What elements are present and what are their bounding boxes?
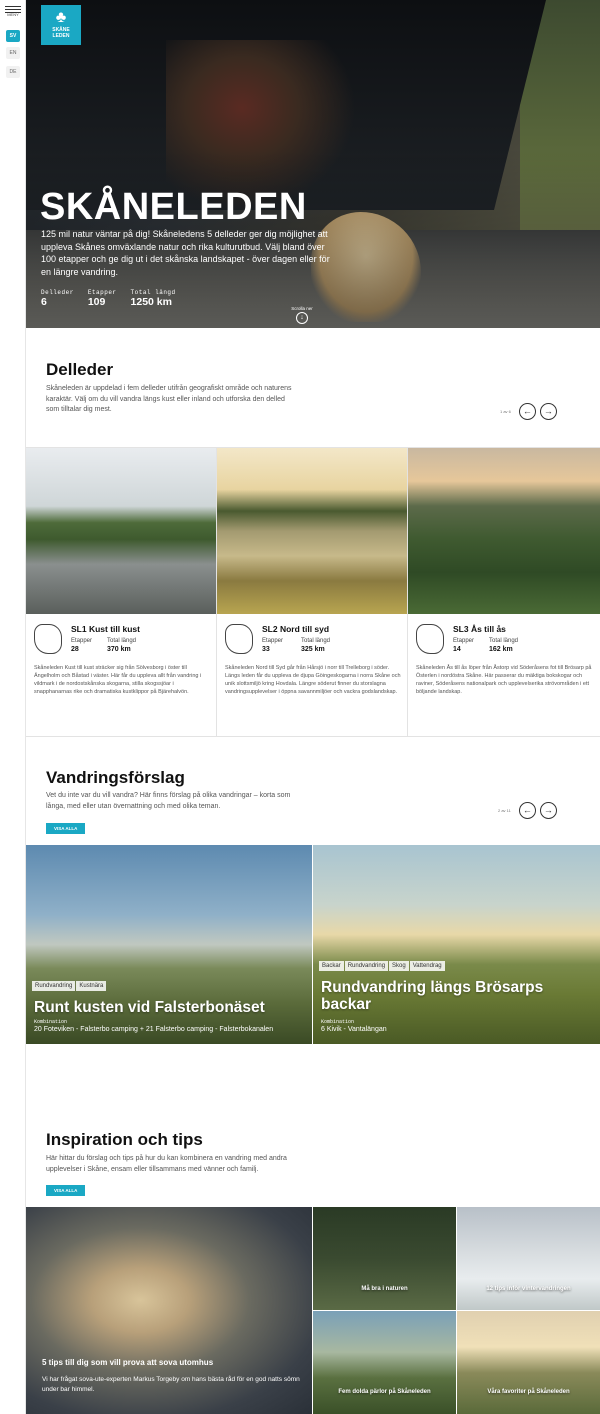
hero-section: ♣ SKÅNE LEDEN SKÅNELEDEN 125 mil natur v… <box>26 0 600 328</box>
tag-list: Rundvandring Kustnära <box>32 981 107 991</box>
delled-image <box>217 448 407 614</box>
inspiration-card[interactable]: Fem dolda pärlor på Skåneleden <box>313 1311 456 1414</box>
delled-card[interactable]: SL3 Ås till ås Etapper Total längd 14 16… <box>408 448 600 736</box>
inspiration-text: Här hittar du förslag och tips på hur du… <box>46 1155 287 1173</box>
inspiration-main-card[interactable]: 5 tips till dig som vill prova att sova … <box>26 1207 312 1414</box>
delled-card[interactable]: SL1 Kust till kust Etapper Total längd 2… <box>26 448 217 736</box>
language-sv-button[interactable]: SV <box>6 30 20 42</box>
delled-image <box>408 448 600 614</box>
hero-lead: 125 mil natur väntar på dig! Skåneledens… <box>41 229 330 277</box>
hike-suggestion-card[interactable]: Backar Rundvandring Skog Vattendrag Rund… <box>313 845 600 1044</box>
arrow-right-icon[interactable]: → <box>539 403 557 420</box>
vandring-pager: 2 av 11 ← → <box>498 802 557 819</box>
delleder-text: Skåneleden är uppdelad i fem delleder ut… <box>46 385 292 413</box>
hike-suggestion-card[interactable]: Rundvandring Kustnära Runt kusten vid Fa… <box>26 845 312 1044</box>
inspiration-card[interactable]: Må bra i naturen <box>313 1207 456 1310</box>
delleder-title: Delleder <box>46 360 114 379</box>
skane-map-icon <box>225 624 253 654</box>
language-de-button[interactable]: DE <box>6 66 20 78</box>
sidebar: MENY SV EN DE <box>0 0 26 1414</box>
delled-image <box>26 448 216 614</box>
inspiration-visa-alla-button[interactable]: VISA ALLA <box>46 1185 86 1196</box>
language-en-button[interactable]: EN <box>6 47 20 59</box>
arrow-left-icon[interactable]: ← <box>518 403 536 420</box>
tree-icon: ♣ <box>55 9 67 26</box>
arrow-left-icon[interactable]: ← <box>518 802 536 819</box>
stat-total-langd: Total längd 1250 km <box>130 289 176 308</box>
stat-etapper: Etapper 109 <box>87 289 117 308</box>
arrow-down-icon: ↓ <box>296 312 308 324</box>
inspiration-title: Inspiration och tips <box>46 1130 203 1149</box>
delled-card[interactable]: SL2 Nord till syd Etapper Total längd 33… <box>217 448 408 736</box>
skane-map-icon <box>416 624 444 654</box>
vandring-visa-alla-button[interactable]: VISA ALLA <box>46 823 86 834</box>
skaneleden-logo[interactable]: ♣ SKÅNE LEDEN <box>41 5 81 45</box>
arrow-right-icon[interactable]: → <box>539 802 557 819</box>
skane-map-icon <box>34 624 62 654</box>
scroll-down-button[interactable]: Scrolla ner ↓ <box>284 306 320 324</box>
hero-stats: Delleder 6 Etapper 109 Total längd 1250 km <box>41 289 176 308</box>
vandring-text: Vet du inte var du vill vandra? Här finn… <box>46 792 291 810</box>
vandring-title: Vandringsförslag <box>46 768 185 787</box>
inspiration-card[interactable]: 12 tips inför vintervandringen <box>457 1207 600 1310</box>
delleder-carousel: SL1 Kust till kust Etapper Total längd 2… <box>26 447 600 737</box>
tag-list: Backar Rundvandring Skog Vattendrag <box>319 961 445 971</box>
stat-delleder: Delleder 6 <box>41 289 74 308</box>
inspiration-card[interactable]: Våra favoriter på Skåneleden <box>457 1311 600 1414</box>
menu-label[interactable]: MENY <box>0 12 26 17</box>
delleder-pager: 1 av 6 ← → <box>500 403 557 420</box>
hero-title: SKÅNELEDEN <box>40 186 307 228</box>
